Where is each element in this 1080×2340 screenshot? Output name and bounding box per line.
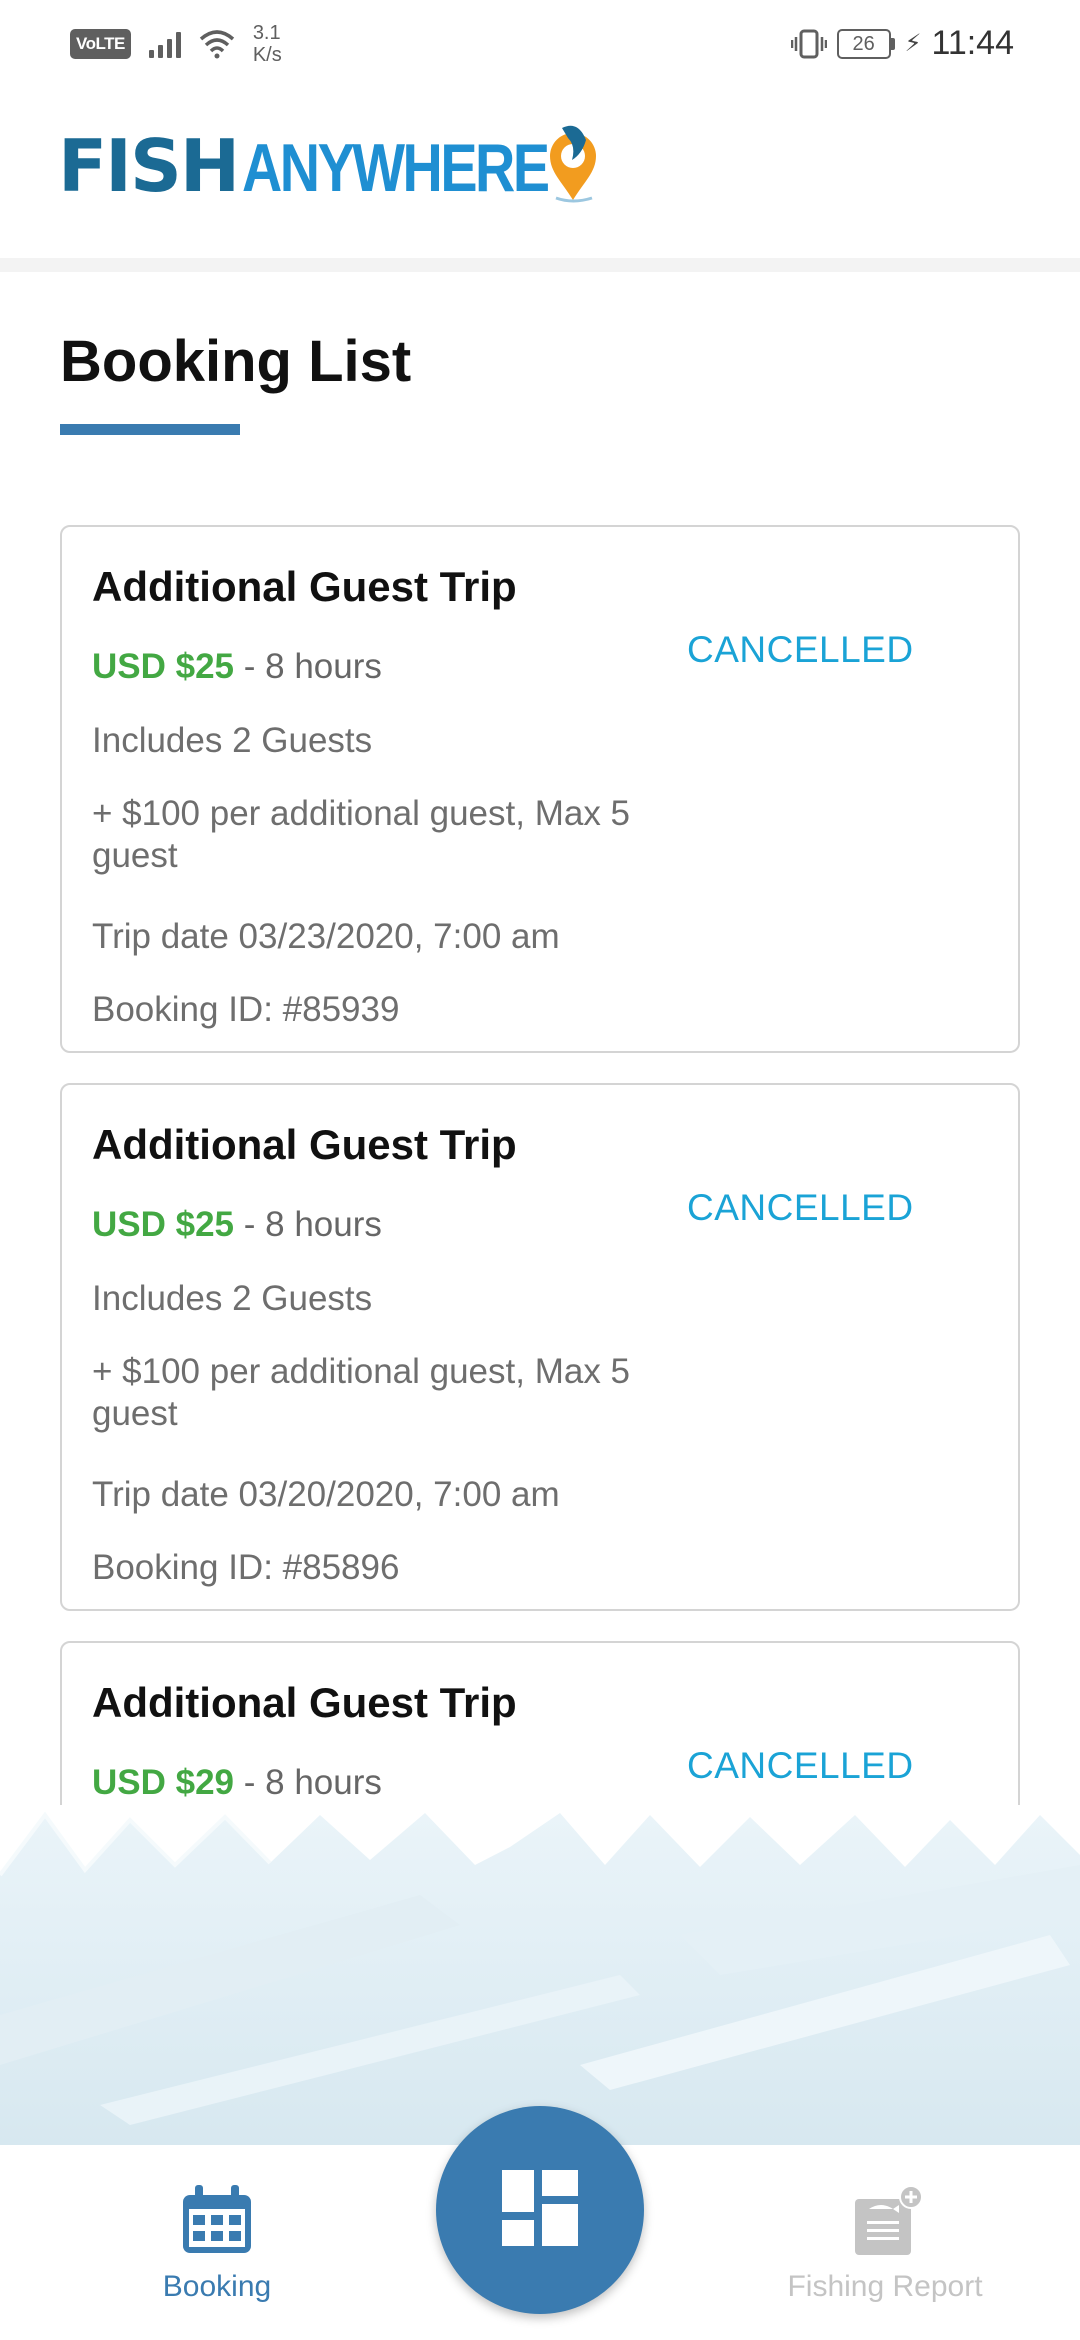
trip-duration: - 8 hours — [234, 647, 382, 686]
clock: 11:44 — [931, 24, 1014, 62]
status-left: VoLTE 3.1 K/s — [70, 22, 282, 66]
report-add-icon — [845, 2185, 925, 2262]
network-speed: 3.1 K/s — [253, 22, 282, 66]
trip-date: Trip date 03/23/2020, 7:00 am — [92, 917, 560, 956]
signal-icon — [148, 30, 181, 58]
status-right: 26 ⚡ 11:44 — [790, 24, 1014, 63]
nav-fishing-report-label: Fishing Report — [787, 2270, 983, 2303]
logo-text-fish: FISH — [58, 124, 240, 208]
dashboard-fab[interactable] — [436, 2106, 644, 2314]
trip-duration: - 8 hours — [234, 1205, 382, 1244]
app-header: FISH ANYWHERE — [0, 90, 1080, 258]
battery-level: 26 — [836, 28, 891, 59]
booking-list[interactable]: Additional Guest Trip USD $25 - 8 hours … — [60, 525, 1020, 1805]
nav-booking-label: Booking — [162, 2270, 272, 2303]
price-amount: USD $25 — [92, 1205, 235, 1244]
trip-duration: - 8 hours — [234, 1763, 382, 1802]
app-logo: FISH ANYWHERE — [58, 124, 615, 208]
price-amount: USD $25 — [92, 647, 235, 686]
booking-card[interactable]: Additional Guest Trip USD $25 - 8 hours … — [60, 525, 1020, 1053]
battery-icon: 26 — [836, 28, 895, 59]
charging-icon: ⚡ — [904, 30, 922, 57]
network-speed-unit: K/s — [252, 44, 282, 66]
trip-price: USD $25 - 8 hours — [92, 1205, 382, 1245]
water-background — [0, 1811, 1080, 2145]
trip-price: USD $25 - 8 hours — [92, 647, 382, 687]
volte-badge: VoLTE — [70, 29, 131, 59]
page-title: Booking List — [60, 329, 412, 394]
trip-title: Additional Guest Trip — [92, 1121, 517, 1168]
booking-status: CANCELLED — [687, 1187, 914, 1228]
wifi-icon — [199, 29, 235, 59]
dashboard-icon — [502, 2169, 578, 2251]
price-amount: USD $29 — [92, 1763, 235, 1802]
network-speed-value: 3.1 — [252, 22, 281, 44]
logo-text-anywhere: ANYWHERE — [242, 130, 550, 206]
vibrate-icon — [790, 28, 827, 60]
booking-card[interactable]: Additional Guest Trip USD $29 - 8 hours … — [60, 1641, 1020, 1805]
calendar-icon — [179, 2185, 255, 2262]
trip-title: Additional Guest Trip — [92, 563, 517, 610]
title-underline — [60, 424, 240, 435]
included-guests: Includes 2 Guests — [92, 721, 373, 760]
header-divider — [0, 258, 1080, 272]
booking-status: CANCELLED — [687, 1745, 914, 1786]
status-bar: VoLTE 3.1 K/s 26 ⚡ 11:44 — [0, 0, 1080, 90]
nav-booking[interactable]: Booking — [150, 2185, 284, 2304]
booking-id: Booking ID: #85896 — [92, 1548, 400, 1587]
trip-price: USD $29 - 8 hours — [92, 1763, 382, 1803]
trip-date: Trip date 03/20/2020, 7:00 am — [92, 1475, 560, 1514]
booking-status: CANCELLED — [687, 629, 914, 670]
additional-guest-fee: + $100 per additional guest, Max 5 guest — [92, 1352, 631, 1433]
trip-title: Additional Guest Trip — [92, 1679, 517, 1726]
included-guests: Includes 2 Guests — [92, 1279, 373, 1318]
additional-guest-fee: + $100 per additional guest, Max 5 guest — [92, 794, 631, 875]
booking-id: Booking ID: #85939 — [92, 990, 400, 1029]
nav-fishing-report[interactable]: Fishing Report — [760, 2185, 1010, 2304]
booking-card[interactable]: Additional Guest Trip USD $25 - 8 hours … — [60, 1083, 1020, 1611]
location-pin-icon — [542, 120, 604, 209]
